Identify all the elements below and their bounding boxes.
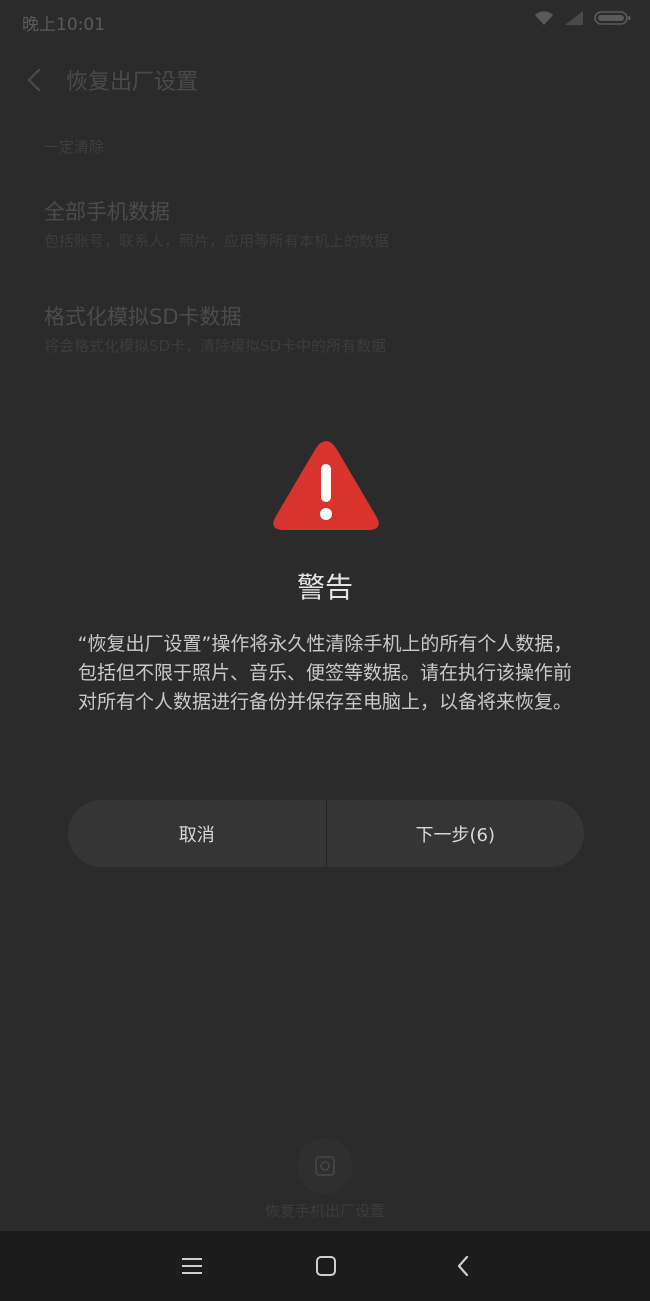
list-item-title: 全部手机数据 — [44, 200, 170, 224]
dialog-button-row: 取消 下一步(6) — [68, 800, 584, 867]
section-label: 一定清除 — [44, 138, 105, 156]
nav-home-button[interactable] — [314, 1254, 338, 1278]
status-time: 晚上10:01 — [22, 15, 105, 35]
next-step-button[interactable]: 下一步(6) — [327, 800, 585, 867]
status-icons — [534, 10, 632, 26]
nav-back-button[interactable] — [451, 1254, 475, 1278]
chevron-left-icon — [27, 68, 41, 92]
list-item-desc: 包括账号，联系人，照片，应用等所有本机上的数据 — [44, 232, 390, 250]
battery-icon — [594, 11, 631, 25]
dialog-message: “恢复出厂设置”操作将永久性清除手机上的所有个人数据，包括但不限于照片、音乐、便… — [77, 633, 573, 713]
page-title: 恢复出厂设置 — [66, 70, 199, 95]
reset-phone-label: 恢复手机出厂设置 — [264, 1202, 385, 1220]
screen: 晚上10:01 恢复出厂设置 一定清除 全部手机数据 包括账号，联系人，照片，应… — [0, 0, 650, 1301]
list-item-all-phone-data: 全部手机数据 包括账号，联系人，照片，应用等所有本机上的数据 — [44, 198, 604, 252]
signal-icon — [565, 11, 583, 25]
title-bar: 恢复出厂设置 — [0, 52, 650, 108]
reset-phone-button[interactable] — [297, 1138, 353, 1194]
nav-menu-button[interactable] — [180, 1254, 204, 1278]
reset-icon — [315, 1156, 335, 1176]
list-item-title: 格式化模拟SD卡数据 — [44, 305, 242, 329]
menu-icon — [182, 1258, 202, 1274]
back-icon — [457, 1255, 469, 1277]
warning-icon — [273, 441, 379, 530]
list-item-desc: 将会格式化模拟SD卡，清除模拟SD卡中的所有数据 — [44, 337, 387, 355]
status-bar: 晚上10:01 — [0, 0, 650, 40]
cancel-button[interactable]: 取消 — [68, 800, 326, 867]
home-icon — [316, 1256, 336, 1276]
back-button[interactable] — [22, 66, 46, 94]
navigation-bar — [0, 1231, 650, 1301]
dialog-title: 警告 — [296, 571, 353, 604]
wifi-icon — [535, 11, 553, 25]
list-item-format-sd: 格式化模拟SD卡数据 将会格式化模拟SD卡，清除模拟SD卡中的所有数据 — [44, 303, 604, 357]
